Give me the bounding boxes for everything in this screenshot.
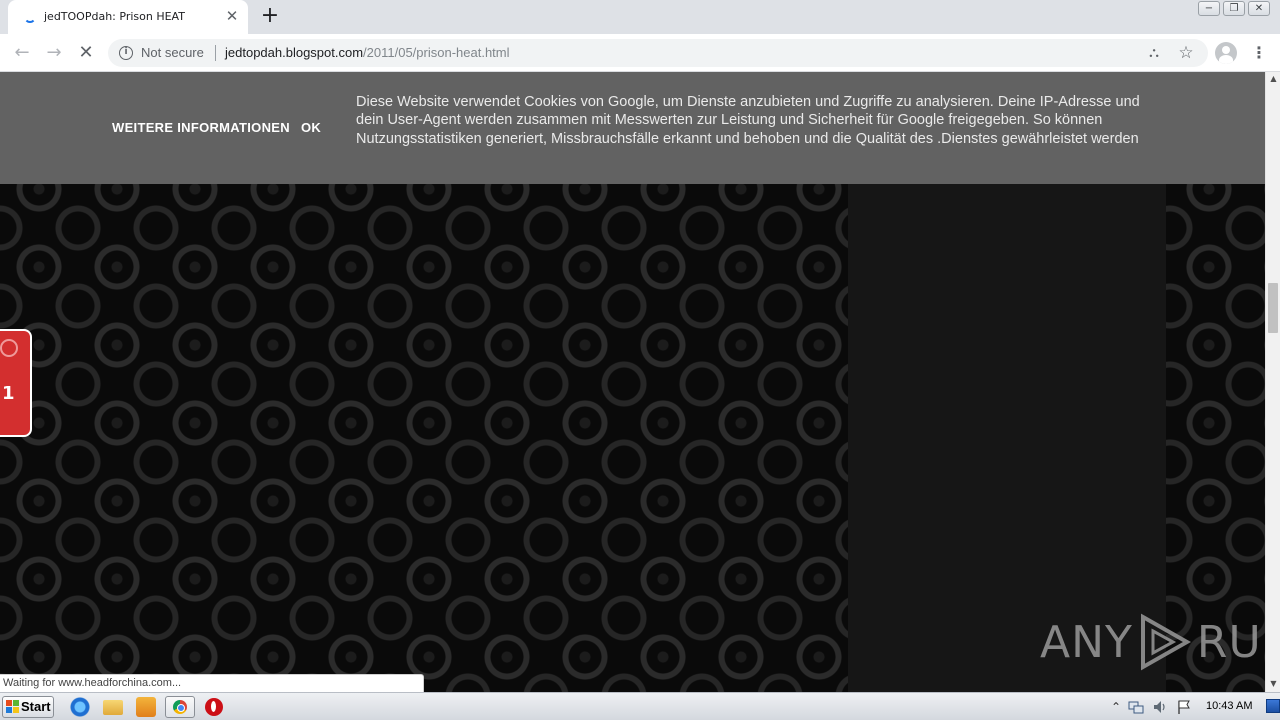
bookmark-star-icon[interactable]: ☆: [1176, 43, 1196, 63]
url-path: /2011/05/prison-heat.html: [363, 45, 510, 60]
volume-icon[interactable]: [1152, 699, 1168, 715]
back-button[interactable]: ←: [9, 40, 35, 66]
close-window-button[interactable]: ✕: [1248, 1, 1270, 16]
chrome-icon: [173, 700, 187, 714]
profile-avatar-icon[interactable]: [1215, 42, 1237, 64]
floating-notification-badge[interactable]: 1: [0, 329, 32, 437]
notification-icon: [0, 339, 18, 357]
window-controls: − ❐ ✕: [1198, 1, 1270, 17]
chrome-taskbar-button[interactable]: [165, 696, 195, 718]
omnibox-divider: [215, 45, 216, 61]
system-tray: ⌃ 10:43 AM: [1106, 693, 1280, 720]
badge-count: 1: [2, 383, 15, 404]
translate-icon[interactable]: ⛬: [1144, 43, 1164, 63]
tab-close-icon[interactable]: ✕: [224, 8, 240, 24]
browser-toolbar: ← → ✕ i Not secure jedtopdah.blogspot.co…: [0, 34, 1280, 72]
cookie-consent-bar: WEITERE INFORMATIONEN OK Diese Website v…: [0, 72, 1265, 184]
anyrun-watermark: ANY RUN: [1040, 610, 1265, 674]
start-label: Start: [21, 699, 51, 714]
info-icon[interactable]: i: [119, 46, 133, 60]
windows-logo-icon: [6, 700, 19, 713]
status-bubble: Waiting for www.headforchina.com...: [0, 674, 424, 692]
scroll-down-arrow-icon[interactable]: ▼: [1266, 677, 1280, 691]
browser-tab[interactable]: jedTOOPdah: Prison HEAT ✕: [8, 0, 248, 34]
file-explorer-icon[interactable]: [103, 700, 123, 715]
scroll-up-arrow-icon[interactable]: ▲: [1266, 72, 1280, 86]
url-host: jedtopdah.blogspot.com: [225, 45, 364, 60]
restore-button[interactable]: ❐: [1223, 1, 1245, 16]
watermark-left-text: ANY: [1040, 616, 1133, 668]
network-icon[interactable]: [1128, 699, 1144, 715]
taskbar-clock[interactable]: 10:43 AM: [1206, 700, 1252, 712]
loading-spinner-icon: [24, 11, 36, 23]
more-information-link[interactable]: WEITERE INFORMATIONEN: [112, 120, 290, 135]
media-player-icon[interactable]: [136, 697, 156, 717]
security-label[interactable]: Not secure: [141, 45, 204, 60]
page-viewport: WEITERE INFORMATIONEN OK Diese Website v…: [0, 72, 1265, 692]
play-logo-icon: [1140, 613, 1191, 671]
address-bar[interactable]: i Not secure jedtopdah.blogspot.com/2011…: [108, 39, 1208, 67]
start-button[interactable]: Start: [2, 696, 54, 718]
internet-explorer-icon[interactable]: [70, 697, 90, 717]
cookie-ok-button[interactable]: OK: [301, 120, 321, 135]
opera-icon[interactable]: [205, 698, 223, 716]
new-tab-button[interactable]: +: [259, 5, 281, 27]
url-text[interactable]: jedtopdah.blogspot.com/2011/05/prison-he…: [225, 45, 510, 60]
watermark-right-text: RUN: [1196, 616, 1265, 668]
tray-expand-icon[interactable]: ⌃: [1108, 699, 1124, 715]
vertical-scrollbar[interactable]: ▲ ▼: [1265, 72, 1280, 692]
stop-loading-button[interactable]: ✕: [73, 40, 99, 66]
cookie-message: Diese Website verwendet Cookies von Goog…: [356, 94, 1140, 147]
tab-title: jedTOOPdah: Prison HEAT: [44, 10, 185, 23]
action-center-flag-icon[interactable]: [1176, 699, 1192, 715]
minimize-button[interactable]: −: [1198, 1, 1220, 16]
windows-taskbar: Start ⌃ 10:43 AM: [0, 692, 1280, 720]
tab-strip: jedTOOPdah: Prison HEAT ✕ + − ❐ ✕: [0, 0, 1280, 34]
forward-button[interactable]: →: [41, 40, 67, 66]
show-desktop-button[interactable]: [1266, 699, 1280, 713]
chrome-menu-icon[interactable]: ⋮: [1249, 41, 1269, 65]
scroll-thumb[interactable]: [1268, 283, 1278, 333]
